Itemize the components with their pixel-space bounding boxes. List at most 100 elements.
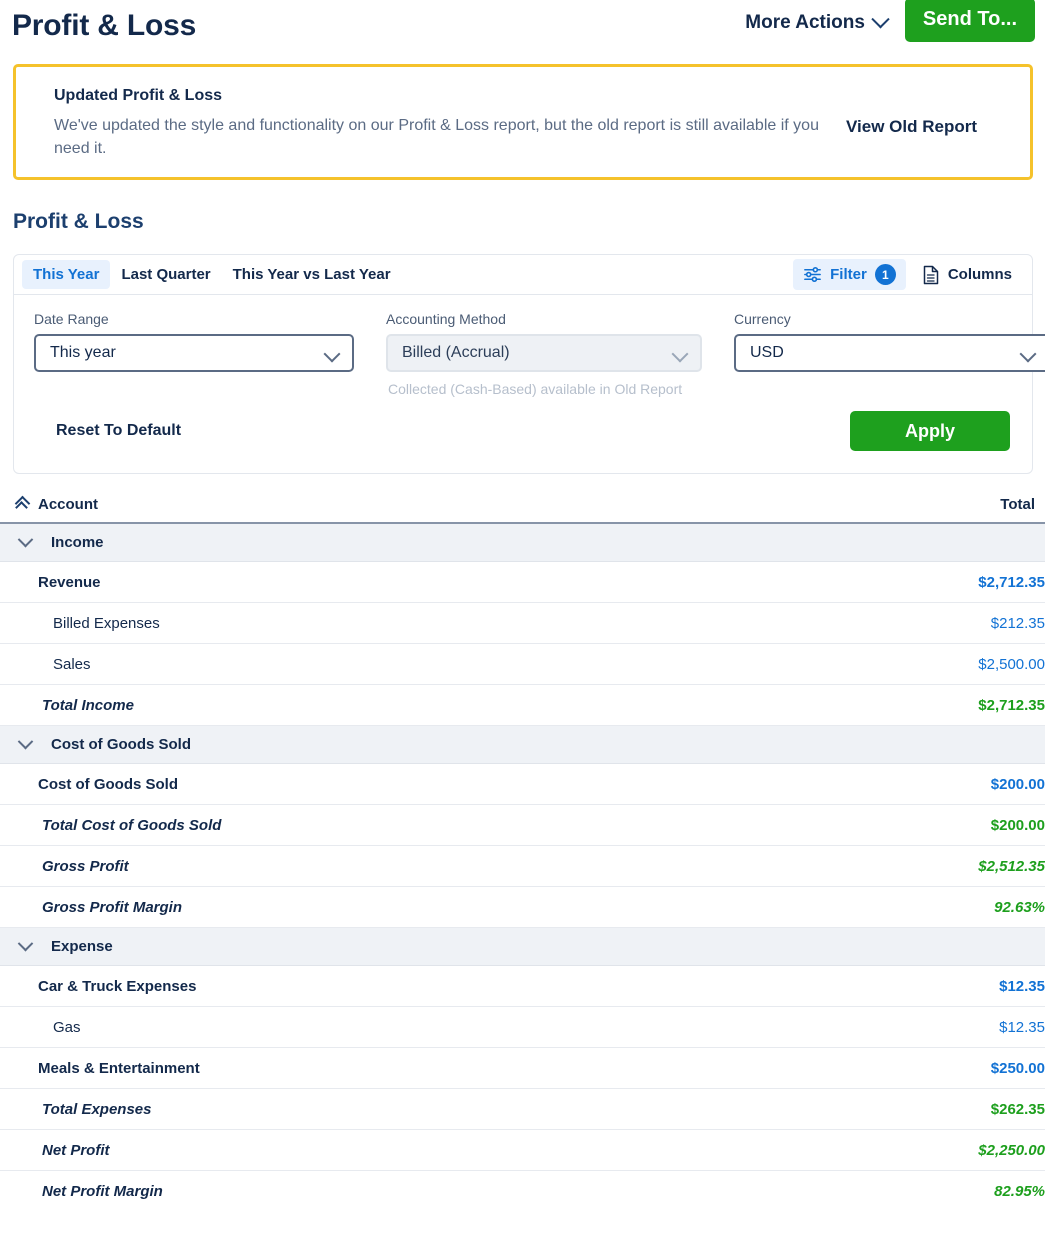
row-value[interactable]: $12.35 [999, 1019, 1045, 1036]
column-header-total: Total [1000, 496, 1035, 513]
row-label: Gross Profit Margin [42, 899, 182, 916]
row-label: Total Cost of Goods Sold [42, 817, 221, 834]
report-group-row[interactable]: Cost of Goods Sold [0, 726, 1045, 764]
sliders-icon [803, 265, 822, 284]
row-value[interactable]: $12.35 [999, 978, 1045, 995]
column-header-account: Account [38, 496, 98, 513]
date-range-label: Date Range [34, 311, 354, 327]
send-to-button[interactable]: Send To... [905, 0, 1035, 42]
table-row: Total Cost of Goods Sold $200.00 [0, 805, 1045, 846]
chevron-down-icon [18, 532, 34, 548]
filter-count-badge: 1 [875, 264, 896, 285]
banner-title: Updated Profit & Loss [54, 87, 824, 105]
filter-button[interactable]: Filter 1 [793, 259, 906, 290]
view-old-report-link[interactable]: View Old Report [846, 117, 977, 137]
row-value[interactable]: $2,712.35 [978, 574, 1045, 591]
row-value: $200.00 [991, 817, 1045, 834]
tab-last-quarter[interactable]: Last Quarter [110, 260, 221, 289]
columns-button[interactable]: Columns [912, 260, 1022, 290]
table-row: Gross Profit Margin 92.63% [0, 887, 1045, 928]
row-value[interactable]: $200.00 [991, 776, 1045, 793]
table-row: Meals & Entertainment $250.00 [0, 1048, 1045, 1089]
chevron-down-icon [1020, 346, 1037, 363]
row-label: Billed Expenses [53, 615, 160, 632]
currency-select[interactable]: USD [734, 334, 1045, 372]
table-row: Total Income $2,712.35 [0, 685, 1045, 726]
row-label: Gross Profit [42, 858, 129, 875]
row-value: 92.63% [994, 899, 1045, 916]
table-row: Car & Truck Expenses $12.35 [0, 966, 1045, 1007]
columns-label: Columns [948, 266, 1012, 283]
table-row: Sales $2,500.00 [0, 644, 1045, 685]
row-value[interactable]: $2,500.00 [978, 656, 1045, 673]
section-title: Profit & Loss [13, 210, 1045, 234]
report-group-row[interactable]: Income [0, 524, 1045, 562]
filter-fields: Date Range This year Accounting Method B… [14, 295, 1032, 397]
double-chevron-up-icon [16, 498, 29, 511]
chevron-down-icon [18, 936, 34, 952]
accounting-method-select: Billed (Accrual) [386, 334, 702, 372]
row-label: Gas [53, 1019, 81, 1036]
report-group-row[interactable]: Expense [0, 928, 1045, 966]
more-actions-menu[interactable]: More Actions [745, 12, 887, 34]
row-label: Total Income [42, 697, 134, 714]
accounting-method-value: Billed (Accrual) [402, 344, 510, 362]
table-row: Billed Expenses $212.35 [0, 603, 1045, 644]
accounting-method-hint: Collected (Cash-Based) available in Old … [388, 381, 682, 397]
date-range-field: Date Range This year [34, 311, 354, 372]
page-header: Profit & Loss More Actions Send To... [0, 0, 1045, 56]
filter-tabs: This Year Last Quarter This Year vs Last… [14, 255, 1032, 295]
table-row: Gross Profit $2,512.35 [0, 846, 1045, 887]
row-label: Total Expenses [42, 1101, 151, 1118]
document-icon [922, 265, 940, 285]
chevron-down-icon [324, 346, 341, 363]
chevron-down-icon [871, 10, 889, 28]
row-label: Cost of Goods Sold [38, 776, 178, 793]
accounting-method-label: Accounting Method [386, 311, 702, 327]
accounting-method-field: Accounting Method Billed (Accrual) [386, 311, 702, 372]
filter-actions: Reset To Default Apply [14, 397, 1032, 473]
row-label: Net Profit Margin [42, 1183, 163, 1200]
reset-to-default-link[interactable]: Reset To Default [56, 422, 181, 440]
profit-and-loss-page: Profit & Loss More Actions Send To... Up… [0, 0, 1045, 1238]
report-table: Account Total Income Revenue $2,712.35 Bill… [0, 496, 1045, 1212]
filter-toolbar: Filter 1 Columns [793, 259, 1022, 290]
banner-body: Updated Profit & Loss We've updated the … [54, 87, 824, 160]
row-label: Expense [51, 938, 113, 955]
row-value: $262.35 [991, 1101, 1045, 1118]
row-label: Sales [53, 656, 91, 673]
row-value: $2,250.00 [978, 1142, 1045, 1159]
row-label: Income [51, 534, 104, 551]
table-row: Revenue $2,712.35 [0, 562, 1045, 603]
chevron-down-icon [18, 734, 34, 750]
more-actions-label: More Actions [745, 12, 865, 34]
date-range-select[interactable]: This year [34, 334, 354, 372]
row-value: $2,512.35 [978, 858, 1045, 875]
row-label: Meals & Entertainment [38, 1060, 200, 1077]
report-table-header: Account Total [0, 496, 1045, 524]
row-value: $2,712.35 [978, 697, 1045, 714]
apply-button[interactable]: Apply [850, 411, 1010, 451]
row-value[interactable]: $212.35 [991, 615, 1045, 632]
row-label: Cost of Goods Sold [51, 736, 191, 753]
tab-this-year-vs-last-year[interactable]: This Year vs Last Year [222, 260, 402, 289]
table-row: Net Profit Margin 82.95% [0, 1171, 1045, 1212]
date-range-value: This year [50, 344, 116, 362]
collapse-all-toggle[interactable]: Account [16, 496, 98, 513]
tab-this-year[interactable]: This Year [22, 260, 110, 289]
currency-value: USD [750, 344, 784, 362]
header-actions: More Actions Send To... [745, 4, 1035, 42]
table-row: Cost of Goods Sold $200.00 [0, 764, 1045, 805]
currency-field: Currency USD [734, 311, 1045, 372]
row-label: Revenue [38, 574, 101, 591]
row-label: Car & Truck Expenses [38, 978, 196, 995]
filter-card: This Year Last Quarter This Year vs Last… [13, 254, 1033, 474]
row-value: 82.95% [994, 1183, 1045, 1200]
table-row: Total Expenses $262.35 [0, 1089, 1045, 1130]
row-value[interactable]: $250.00 [991, 1060, 1045, 1077]
report-rows: Income Revenue $2,712.35 Billed Expenses $21… [0, 524, 1045, 1212]
table-row: Net Profit $2,250.00 [0, 1130, 1045, 1171]
row-label: Net Profit [42, 1142, 110, 1159]
table-row: Gas $12.35 [0, 1007, 1045, 1048]
banner-text: We've updated the style and functionalit… [54, 114, 824, 160]
